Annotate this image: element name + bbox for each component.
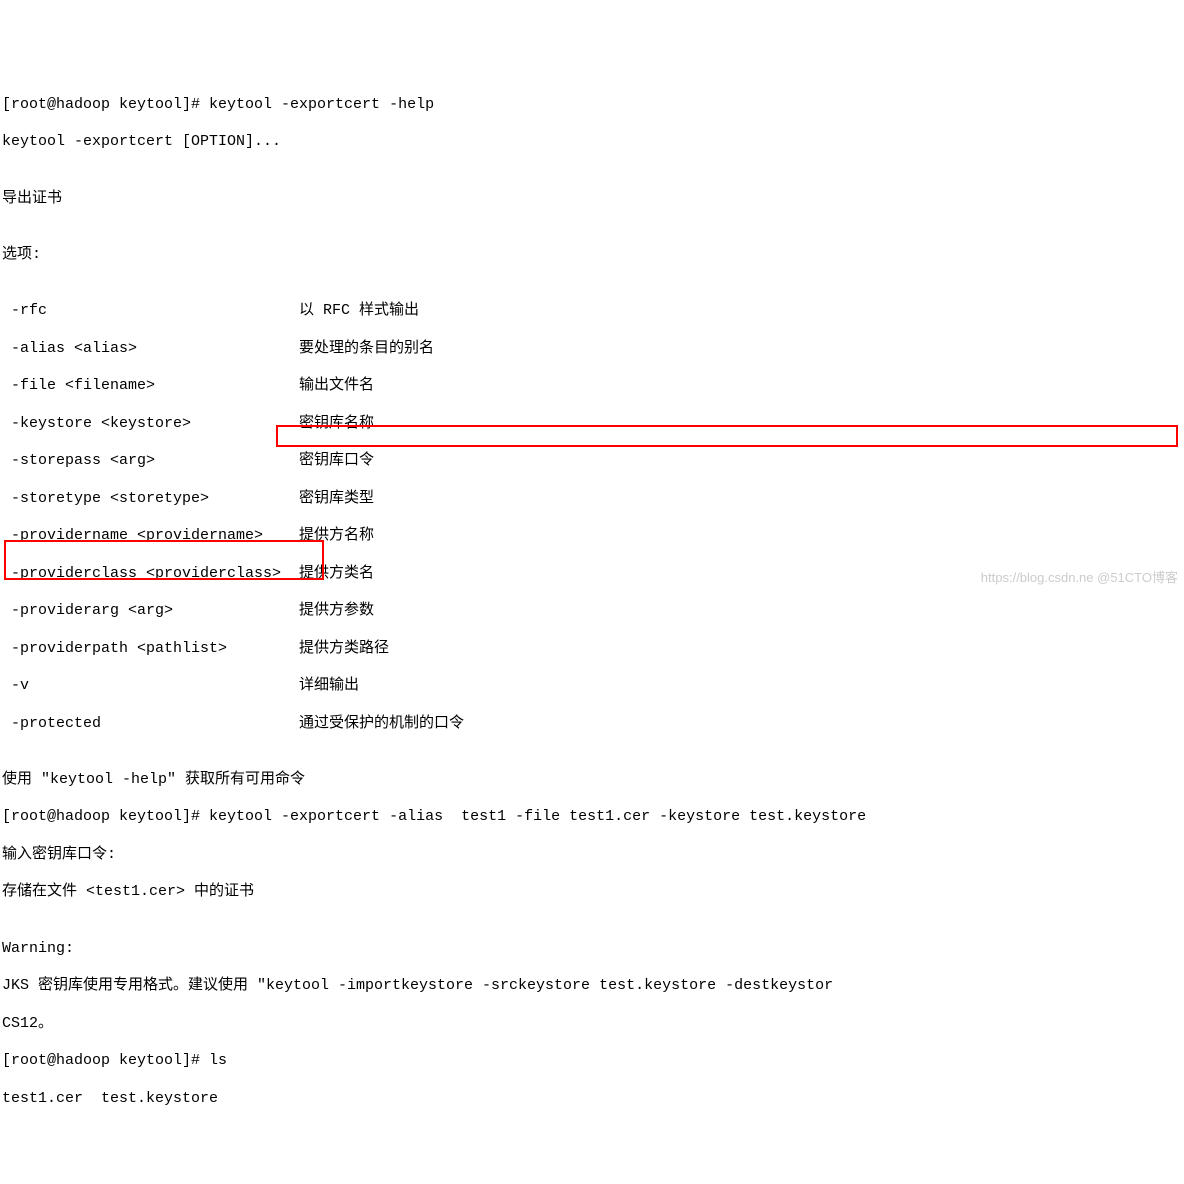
watermark-text: https://blog.csdn.ne @51CTO博客 bbox=[981, 570, 1178, 586]
terminal-line: test1.cer test.keystore bbox=[2, 1090, 1182, 1109]
terminal-line: -storetype <storetype> 密钥库类型 bbox=[2, 490, 1182, 509]
terminal-line: [root@hadoop keytool]# keytool -exportce… bbox=[2, 808, 1182, 827]
terminal-line: 输入密钥库口令: bbox=[2, 846, 1182, 865]
terminal-line: keytool -exportcert [OPTION]... bbox=[2, 133, 1182, 152]
terminal-line: -alias <alias> 要处理的条目的别名 bbox=[2, 340, 1182, 359]
terminal-line: -storepass <arg> 密钥库口令 bbox=[2, 452, 1182, 471]
terminal-line: -v 详细输出 bbox=[2, 677, 1182, 696]
terminal-line: CS12。 bbox=[2, 1015, 1182, 1034]
terminal-line: -providerpath <pathlist> 提供方类路径 bbox=[2, 640, 1182, 659]
terminal-line: -rfc 以 RFC 样式输出 bbox=[2, 302, 1182, 321]
terminal-line: -providername <providername> 提供方名称 bbox=[2, 527, 1182, 546]
terminal-line: 使用 "keytool -help" 获取所有可用命令 bbox=[2, 771, 1182, 790]
terminal-line: [root@hadoop keytool]# keytool -exportce… bbox=[2, 96, 1182, 115]
terminal-line: Warning: bbox=[2, 940, 1182, 959]
terminal-line: 选项: bbox=[2, 246, 1182, 265]
terminal-line: -keystore <keystore> 密钥库名称 bbox=[2, 415, 1182, 434]
terminal-line: 导出证书 bbox=[2, 190, 1182, 209]
terminal-line: -file <filename> 输出文件名 bbox=[2, 377, 1182, 396]
terminal-line: [root@hadoop keytool]# ls bbox=[2, 1052, 1182, 1071]
terminal-output[interactable]: [root@hadoop keytool]# keytool -exportce… bbox=[0, 75, 1184, 1129]
terminal-line: 存储在文件 <test1.cer> 中的证书 bbox=[2, 883, 1182, 902]
terminal-line: -protected 通过受保护的机制的口令 bbox=[2, 715, 1182, 734]
terminal-line: -providerarg <arg> 提供方参数 bbox=[2, 602, 1182, 621]
terminal-line: JKS 密钥库使用专用格式。建议使用 "keytool -importkeyst… bbox=[2, 977, 1182, 996]
